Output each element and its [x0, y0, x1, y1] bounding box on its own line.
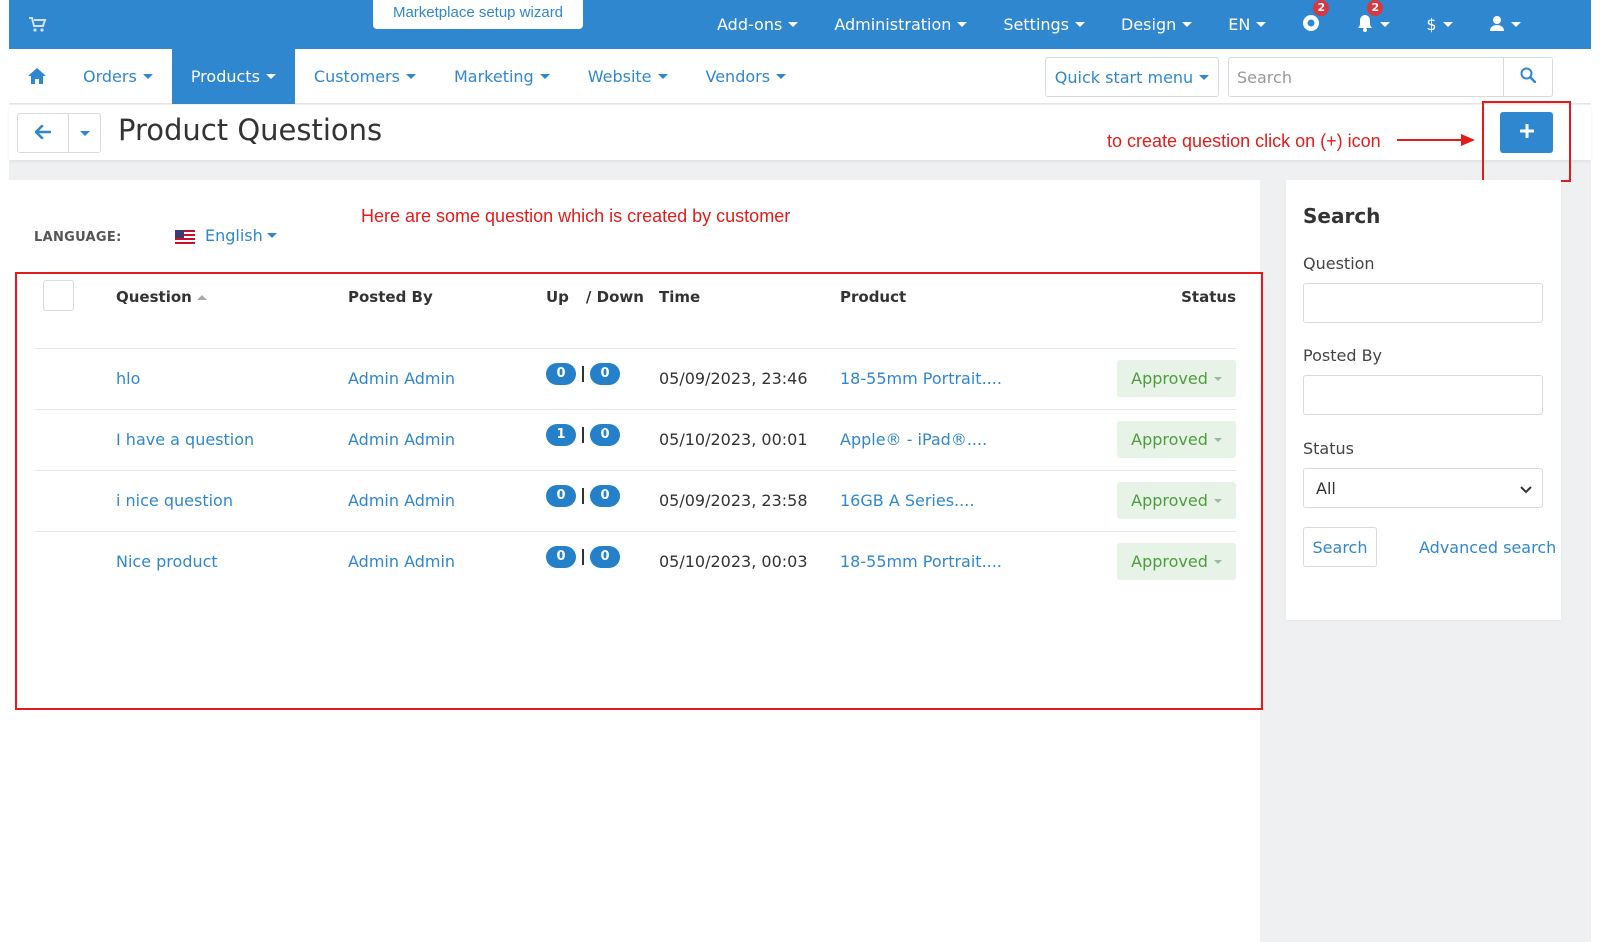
caret-down-icon [1182, 22, 1193, 27]
sidebar-search-button[interactable]: Search [1303, 527, 1377, 567]
top-menu-administration-label: Administration [834, 15, 952, 34]
caret-down-icon [79, 130, 90, 136]
annotation-add-hint: to create question click on (+) icon [1107, 131, 1381, 151]
top-menu-settings[interactable]: Settings [1003, 15, 1086, 34]
user-icon [1489, 15, 1505, 35]
page-title: Product Questions [118, 113, 383, 147]
top-menu-administration[interactable]: Administration [834, 15, 968, 34]
caret-down-icon [1256, 22, 1267, 27]
caret-down-icon [657, 74, 668, 79]
top-menu-language-label: EN [1228, 15, 1251, 34]
question-filter-label: Question [1303, 254, 1375, 273]
lifebuoy-icon [1302, 14, 1320, 36]
caret-down-icon [1199, 74, 1210, 80]
caret-down-icon [142, 74, 153, 79]
nav-item-marketing-label: Marketing [453, 67, 534, 86]
sidebar-title: Search [1303, 204, 1381, 228]
posted-by-filter-input[interactable] [1303, 375, 1543, 415]
nav-item-products[interactable]: Products [171, 49, 295, 104]
caret-down-icon [539, 74, 550, 79]
search-sidebar: Search Question Posted By Status All Sea… [1286, 180, 1561, 620]
language-label: LANGUAGE: [34, 230, 122, 245]
help-menu[interactable]: 2 [1302, 0, 1330, 36]
quick-start-menu-button[interactable]: Quick start menu [1045, 57, 1219, 97]
home-icon[interactable] [27, 67, 47, 85]
advanced-search-link[interactable]: Advanced search [1419, 538, 1556, 557]
bell-icon [1356, 14, 1374, 36]
caret-down-icon [1075, 22, 1086, 27]
quick-start-menu-label: Quick start menu [1054, 67, 1194, 87]
marketplace-setup-wizard-button[interactable]: Marketplace setup wizard [373, 0, 583, 29]
caret-down-icon [1442, 22, 1453, 27]
top-bar: Marketplace setup wizard Add-ons Adminis… [9, 0, 1591, 49]
nav-item-website[interactable]: Website [569, 49, 687, 104]
top-menu-currency-label: $ [1426, 15, 1437, 34]
nav-items: Orders Products Customers Marketing Webs… [64, 49, 805, 104]
caret-down-icon [265, 74, 276, 79]
caret-down-icon [957, 22, 968, 27]
cart-icon[interactable] [27, 14, 47, 34]
caret-down-icon [788, 22, 799, 27]
caret-down-icon [1510, 22, 1521, 27]
nav-item-vendors[interactable]: Vendors [687, 49, 806, 104]
user-menu[interactable] [1489, 15, 1521, 35]
global-search-input[interactable] [1228, 57, 1504, 97]
main-panel: LANGUAGE: English Here are some question… [9, 180, 1263, 942]
nav-item-orders-label: Orders [83, 67, 137, 86]
top-menu-currency[interactable]: $ [1426, 15, 1453, 34]
caret-down-icon [776, 74, 787, 79]
help-badge: 2 [1313, 0, 1330, 16]
caret-down-icon [1380, 22, 1391, 27]
notifications-menu[interactable]: 2 [1356, 0, 1391, 36]
nav-item-orders[interactable]: Orders [64, 49, 172, 104]
question-filter-input[interactable] [1303, 283, 1543, 323]
annotation-box-add [1482, 101, 1571, 182]
back-button-group [17, 113, 101, 153]
language-value: English [205, 226, 263, 245]
nav-item-products-label: Products [190, 67, 260, 86]
nav-item-vendors-label: Vendors [705, 67, 771, 86]
app: Marketplace setup wizard Add-ons Adminis… [9, 0, 1591, 942]
arrow-right-icon [1397, 132, 1477, 148]
caret-down-icon [405, 74, 416, 79]
top-menu-design-label: Design [1121, 15, 1177, 34]
top-menu-addons[interactable]: Add-ons [717, 15, 799, 34]
notifications-badge: 2 [1367, 0, 1384, 16]
main-nav: Orders Products Customers Marketing Webs… [9, 49, 1591, 104]
top-menu-settings-label: Settings [1003, 15, 1070, 34]
caret-down-icon [266, 233, 277, 238]
nav-item-website-label: Website [587, 67, 652, 86]
top-menu-addons-label: Add-ons [717, 15, 783, 34]
top-menu-design[interactable]: Design [1121, 15, 1193, 34]
language-selector[interactable]: English [175, 226, 277, 245]
annotation-box-table [15, 272, 1263, 710]
top-menu: Add-ons Administration Settings Design E… [699, 0, 1539, 49]
back-history-dropdown[interactable] [69, 114, 100, 152]
status-filter-label: Status [1303, 439, 1354, 458]
status-filter-select[interactable]: All [1303, 468, 1543, 508]
status-filter-value: All [1316, 478, 1336, 498]
back-button[interactable] [18, 114, 69, 152]
nav-item-marketing[interactable]: Marketing [435, 49, 569, 104]
global-search-button[interactable] [1503, 57, 1553, 97]
top-menu-language[interactable]: EN [1228, 15, 1267, 34]
search-icon [1520, 67, 1537, 87]
arrow-left-icon [34, 124, 52, 143]
chevron-down-icon [1520, 479, 1532, 498]
nav-item-customers-label: Customers [313, 67, 400, 86]
annotation-table-hint: Here are some question which is created … [361, 206, 791, 226]
posted-by-filter-label: Posted By [1303, 346, 1383, 365]
title-bar: Product Questions to create question cli… [9, 105, 1591, 160]
us-flag-icon [175, 229, 195, 244]
nav-item-customers[interactable]: Customers [295, 49, 435, 104]
